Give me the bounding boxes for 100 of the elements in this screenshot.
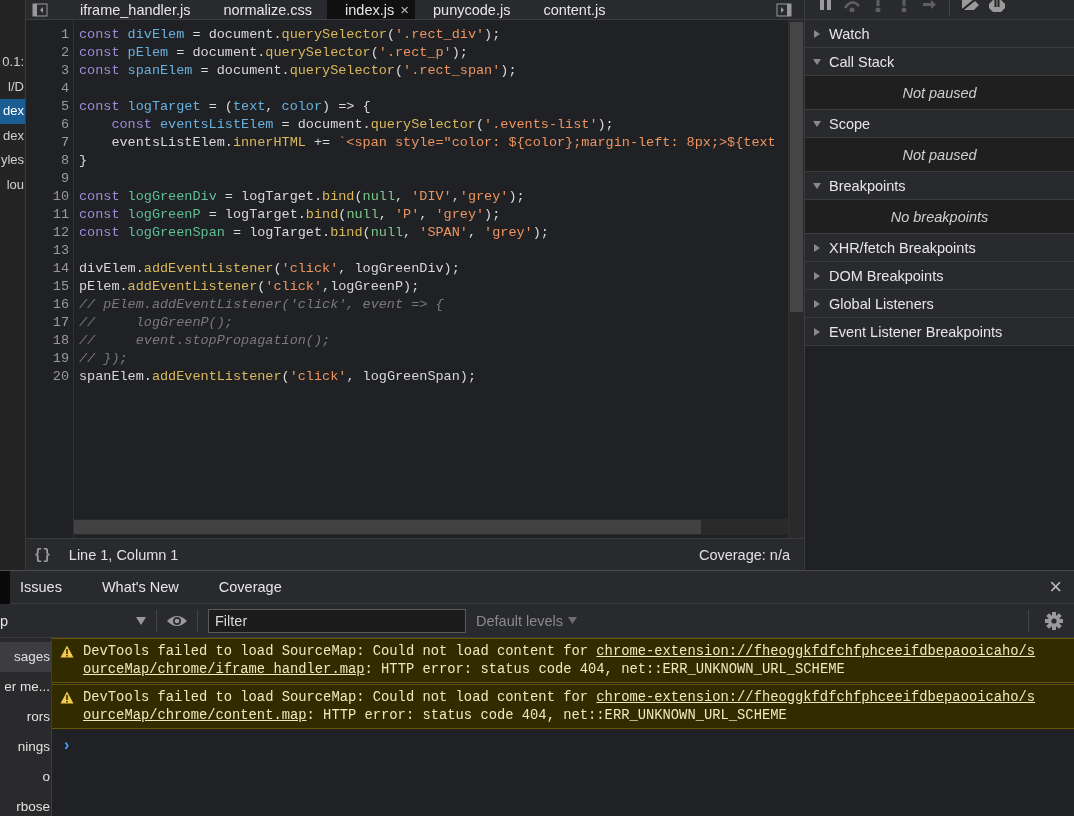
console-sidebar-item[interactable]: o: [0, 762, 51, 792]
code-line: const eventsListElem = document.querySelector('.events-list');: [110, 116, 615, 134]
line-number: 12: [51, 224, 70, 242]
filter-field[interactable]: Filter: [208, 608, 466, 633]
code-line: // pElem.addEventListener('click', event => {: [79, 296, 445, 314]
code-line: // logGreenP();: [79, 314, 234, 332]
editor-tab[interactable]: punycode.js: [415, 0, 526, 19]
section-header[interactable]: Global Listeners: [805, 290, 1074, 318]
close-tab-button[interactable]: ×: [400, 1, 409, 18]
code-line: spanElem.addEventListener('click', logGreenSpan);: [79, 368, 477, 386]
close-button[interactable]: ×: [1049, 574, 1062, 600]
code-line: const logGreenDiv = logTarget.bind(null, 'DIV','grey');: [79, 188, 526, 206]
pretty-print-button[interactable]: {}: [34, 546, 51, 563]
console-sidebar-item[interactable]: er me...: [0, 672, 51, 702]
drawer-tab[interactable]: Coverage: [218, 571, 302, 603]
expanded-triangle-icon: [813, 119, 821, 128]
collapsed-triangle-icon: [813, 243, 821, 252]
section-header[interactable]: Watch: [805, 20, 1074, 48]
line-number: 13: [51, 242, 70, 260]
drawer-tab[interactable]: What's New: [101, 571, 199, 603]
code-line: // event.stopPropagation();: [79, 332, 332, 350]
code-line: const spanElem = document.querySelector('.rect_span');: [79, 62, 518, 80]
line-number: 7: [59, 134, 70, 152]
file-tree-item[interactable]: yles: [0, 148, 25, 173]
settings-icon[interactable]: [1045, 611, 1063, 630]
sidebar-toggle-icon[interactable]: [32, 2, 48, 17]
file-tree-item[interactable]: 0.1:: [0, 50, 25, 75]
expanded-triangle-icon: [813, 181, 821, 190]
collapsed-triangle-icon: [813, 271, 821, 280]
file-tree-item[interactable]: lou: [0, 172, 25, 197]
line-number: 2: [59, 44, 70, 62]
empty-state-text: No breakpoints: [890, 208, 989, 225]
file-tree-item[interactable]: dex: [0, 99, 25, 124]
section-header[interactable]: XHR/fetch Breakpoints: [805, 234, 1074, 262]
code-line: const pElem = document.querySelector('.rect_p');: [79, 44, 469, 62]
line-number: 16: [51, 296, 70, 314]
line-number: 1: [59, 26, 70, 44]
line-number: 20: [51, 368, 70, 386]
pause-on-exceptions-icon[interactable]: [988, 0, 1006, 12]
drawer-tab[interactable]: Issues: [20, 571, 82, 603]
coverage-status: Coverage: n/a: [698, 546, 790, 563]
line-number: 4: [59, 80, 70, 98]
console-sidebar-item[interactable]: nings: [0, 732, 51, 762]
context-selector[interactable]: p: [0, 612, 150, 629]
code-line: const logGreenSpan = logTarget.bind(null, 'SPAN', 'grey');: [79, 224, 550, 242]
code-line: const logTarget = (text, color) => {: [79, 98, 372, 116]
code-line: }: [79, 152, 89, 170]
warning-icon[interactable]: [60, 691, 74, 704]
line-number: 9: [59, 170, 70, 188]
editor-tab[interactable]: iframe_handler.js: [62, 0, 206, 19]
console-sidebar-item[interactable]: sages: [0, 642, 51, 672]
code-line: const logGreenP = logTarget.bind(null, 'P', 'grey');: [79, 206, 502, 224]
deactivate-breakpoints-icon[interactable]: [960, 0, 980, 12]
line-number: 14: [51, 260, 70, 278]
empty-state-text: Not paused: [902, 146, 977, 163]
editor-tab[interactable]: content.js: [525, 0, 621, 19]
cursor-position: Line 1, Column 1: [68, 546, 179, 563]
empty-state-text: Not paused: [902, 84, 977, 101]
line-number: 8: [59, 152, 70, 170]
line-number: 10: [51, 188, 70, 206]
caret-icon[interactable]: [136, 616, 146, 625]
editor-tab[interactable]: normalize.css: [205, 0, 328, 19]
log-levels-dropdown[interactable]: Default levels: [476, 612, 578, 629]
section-header[interactable]: Call Stack: [805, 48, 1074, 76]
collapsed-triangle-icon: [813, 327, 821, 336]
message-text: DevTools failed to load SourceMap: Could not load content for chrome-extension://fheoggkfdfchfphceeifdbepaooicaho/sourceMap/chrome/iframe_handler.map: HTTP error: status code 404, net::ERR_UNKNOWN_URL_SCHEME: [83, 643, 1036, 679]
line-number: 5: [59, 98, 70, 116]
line-number: 6: [59, 116, 70, 134]
vertical-scrollbar[interactable]: [788, 20, 804, 538]
console-sidebar-item[interactable]: rbose: [0, 792, 51, 816]
code-line: divElem.addEventListener('click', logGreenDiv);: [79, 260, 461, 278]
eye-icon[interactable]: [166, 613, 188, 628]
section-header[interactable]: Event Listener Breakpoints: [805, 318, 1074, 346]
line-number: 18: [51, 332, 70, 350]
tab-background: [0, 570, 10, 604]
code-line: // });: [79, 350, 129, 368]
file-tree-item[interactable]: dex: [0, 123, 25, 148]
console-prompt[interactable]: ›: [52, 730, 1074, 754]
editor-tab[interactable]: index.js ×: [327, 0, 415, 19]
line-number: 19: [51, 350, 70, 368]
horizontal-scrollbar[interactable]: [74, 519, 788, 535]
expanded-triangle-icon: [813, 57, 821, 66]
line-number: 3: [59, 62, 70, 80]
line-number: 11: [51, 206, 70, 224]
console-sidebar-item[interactable]: rors: [0, 702, 51, 732]
message-text: DevTools failed to load SourceMap: Could not load content for chrome-extension://fheoggkfdfchfphceeifdbepaooicaho/sourceMap/chrome/content.map: HTTP error: status code 404, net::ERR_UNKNOWN_URL_SCHEME: [83, 689, 1036, 725]
caret-icon[interactable]: [568, 617, 578, 624]
section-header[interactable]: DOM Breakpoints: [805, 262, 1074, 290]
collapsed-triangle-icon: [813, 29, 821, 38]
file-tree-item[interactable]: l/D: [0, 74, 25, 99]
section-header[interactable]: Breakpoints: [805, 172, 1074, 200]
section-header[interactable]: Scope: [805, 110, 1074, 138]
code-line: pElem.addEventListener('click',logGreenP);: [79, 278, 421, 296]
warning-icon[interactable]: [60, 645, 74, 658]
line-number: 17: [51, 314, 70, 332]
code-line: eventsListElem.innerHTML += `<span style="color: ${color};margin-left: 8px;>${text: [110, 134, 777, 152]
line-number: 15: [51, 278, 70, 296]
collapsed-triangle-icon: [813, 299, 821, 308]
sidebar-toggle-icon[interactable]: [776, 2, 792, 17]
code-line: const divElem = document.querySelector('.rect_div');: [79, 26, 502, 44]
